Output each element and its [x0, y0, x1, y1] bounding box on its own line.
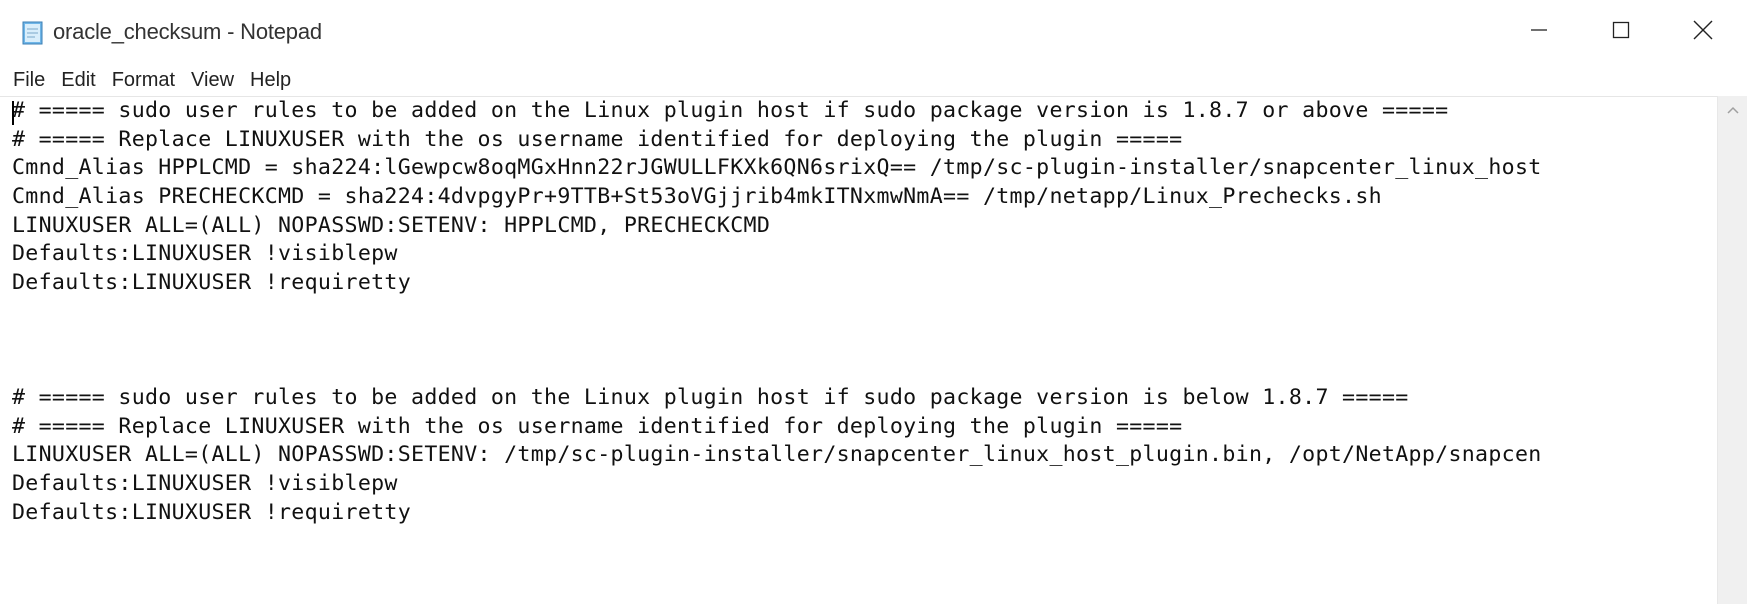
menu-format[interactable]: Format: [112, 69, 175, 92]
vertical-scrollbar[interactable]: [1717, 96, 1747, 604]
close-icon: [1692, 19, 1714, 45]
maximize-icon: [1611, 20, 1631, 44]
editor-line: # ===== sudo user rules to be added on t…: [12, 384, 1409, 410]
notepad-icon: [21, 20, 45, 46]
editor-line: Defaults:LINUXUSER !visiblepw: [12, 241, 398, 267]
window-title: oracle_checksum - Notepad: [53, 19, 322, 44]
notepad-window: oracle_checksum - Notepad File Edit Form…: [0, 0, 1747, 604]
title-bar[interactable]: oracle_checksum - Notepad: [0, 0, 1747, 64]
menu-edit[interactable]: Edit: [61, 69, 95, 92]
close-button[interactable]: [1660, 0, 1746, 64]
editor-line: Cmnd_Alias PRECHECKCMD = sha224:4dvpgyPr…: [12, 184, 1382, 210]
scroll-up-arrow-icon: [1726, 100, 1740, 119]
editor-line: # ===== sudo user rules to be added on t…: [12, 98, 1449, 123]
editor-line: Cmnd_Alias HPPLCMD = sha224:lGewpcw8oqMG…: [12, 155, 1542, 181]
editor-line: # ===== Replace LINUXUSER with the os us…: [12, 413, 1183, 439]
editor-line: Defaults:LINUXUSER !requiretty: [12, 270, 412, 296]
text-caret: [12, 101, 14, 125]
minimize-icon: [1529, 20, 1549, 44]
scroll-up-button[interactable]: [1718, 96, 1747, 122]
scrollbar-track[interactable]: [1718, 122, 1747, 592]
editor-text[interactable]: # ===== sudo user rules to be added on t…: [12, 97, 1712, 597]
menu-bar: File Edit Format View Help: [0, 64, 1747, 96]
editor-line: LINUXUSER ALL=(ALL) NOPASSWD:SETENV: /tm…: [12, 442, 1542, 468]
menu-help[interactable]: Help: [250, 69, 291, 92]
text-editor[interactable]: # ===== sudo user rules to be added on t…: [0, 96, 1747, 604]
editor-line: Defaults:LINUXUSER !visiblepw: [12, 470, 398, 496]
menu-view[interactable]: View: [191, 69, 234, 92]
editor-line: Defaults:LINUXUSER !requiretty: [12, 499, 412, 525]
menu-file[interactable]: File: [13, 69, 45, 92]
editor-line: LINUXUSER ALL=(ALL) NOPASSWD:SETENV: HPP…: [12, 212, 771, 238]
minimize-button[interactable]: [1496, 0, 1582, 64]
maximize-button[interactable]: [1578, 0, 1664, 64]
editor-line: # ===== Replace LINUXUSER with the os us…: [12, 126, 1183, 152]
